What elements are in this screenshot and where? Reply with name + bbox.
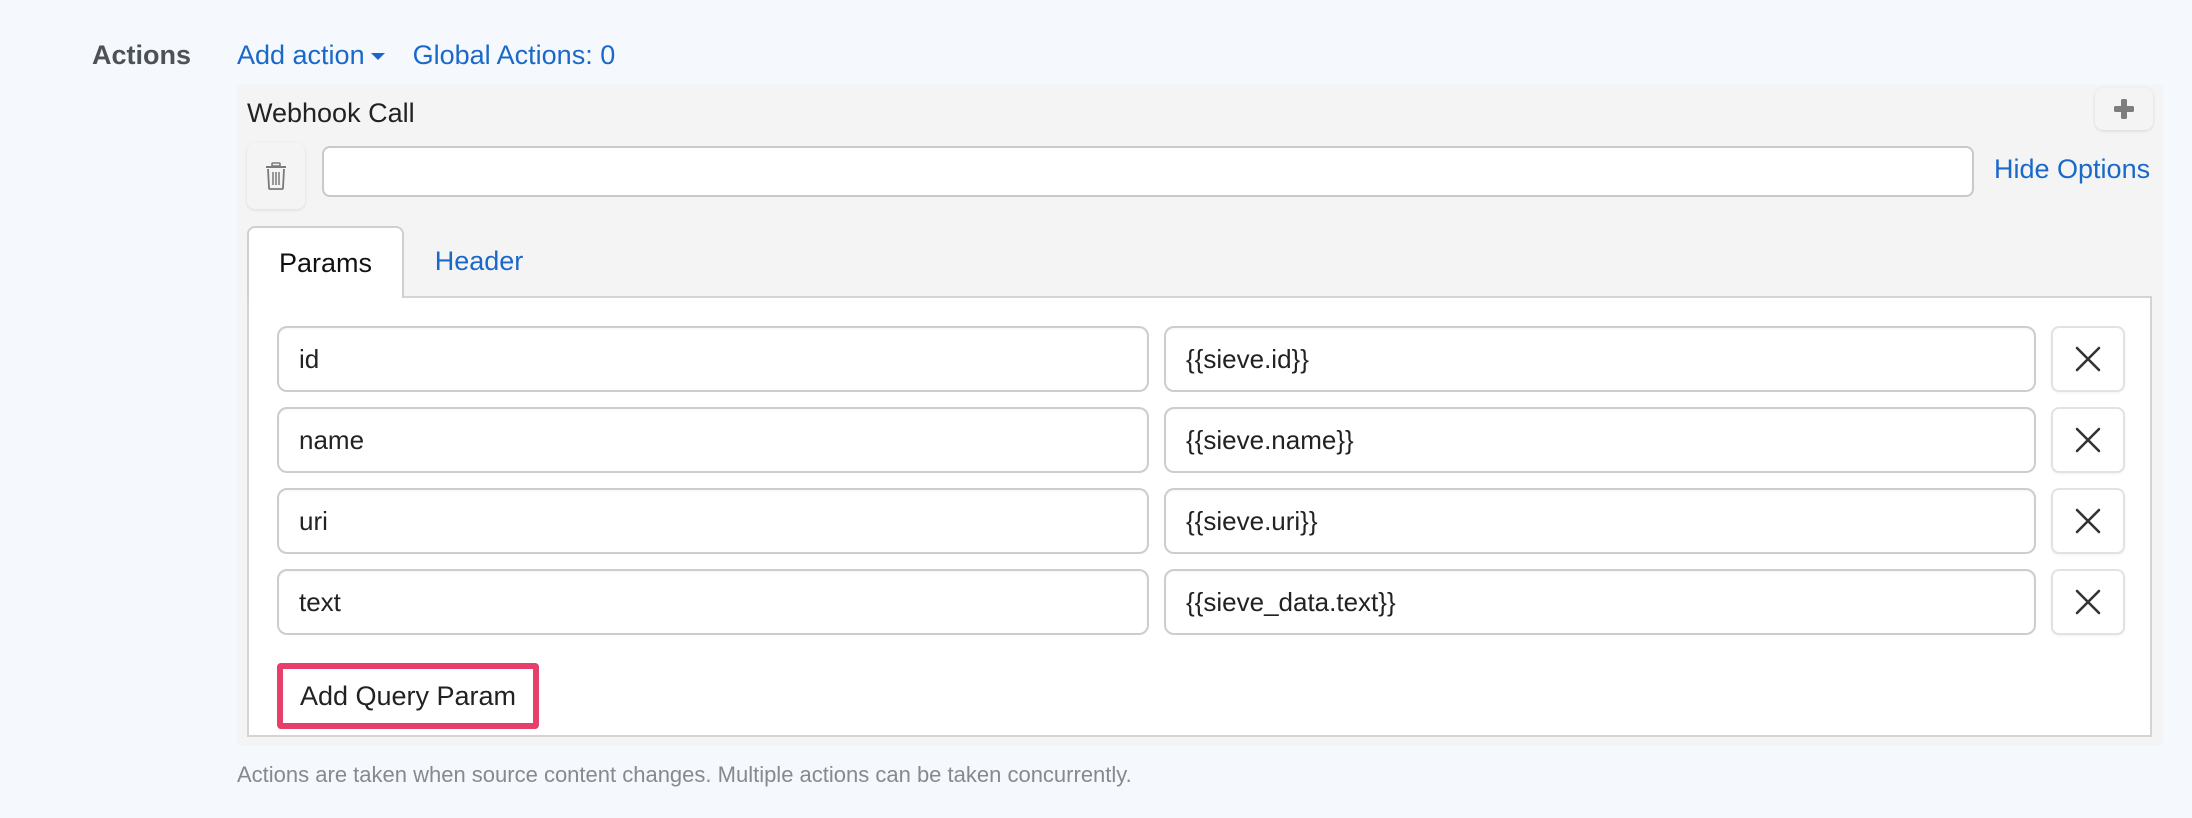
param-value-input[interactable]	[1164, 569, 2036, 635]
add-webhook-button[interactable]	[2095, 88, 2153, 130]
actions-toolbar: Add action Global Actions: 0	[237, 40, 615, 71]
remove-param-button[interactable]	[2051, 326, 2125, 392]
section-label: Actions	[92, 40, 192, 70]
close-icon	[2075, 346, 2101, 372]
close-icon	[2075, 427, 2101, 453]
param-row	[277, 569, 2127, 635]
delete-action-button[interactable]	[247, 143, 305, 209]
webhook-action-card: Webhook Call Hide Options Params Header	[237, 84, 2163, 746]
param-row	[277, 407, 2127, 473]
close-icon	[2075, 508, 2101, 534]
remove-param-button[interactable]	[2051, 488, 2125, 554]
trash-icon	[266, 162, 286, 190]
param-value-input[interactable]	[1164, 407, 2036, 473]
param-key-input[interactable]	[277, 407, 1149, 473]
hide-options-link[interactable]: Hide Options	[1994, 154, 2150, 185]
add-action-label: Add action	[237, 40, 365, 70]
add-action-dropdown[interactable]: Add action	[237, 40, 385, 71]
param-key-input[interactable]	[277, 326, 1149, 392]
close-icon	[2075, 589, 2101, 615]
webhook-url-input[interactable]	[322, 146, 1974, 197]
global-actions-link[interactable]: Global Actions: 0	[413, 40, 616, 71]
remove-param-button[interactable]	[2051, 569, 2125, 635]
add-query-param-button[interactable]: Add Query Param	[277, 663, 539, 729]
param-key-input[interactable]	[277, 488, 1149, 554]
action-title: Webhook Call	[247, 98, 415, 128]
param-row	[277, 326, 2127, 392]
remove-param-button[interactable]	[2051, 407, 2125, 473]
plus-icon	[2114, 99, 2134, 119]
tab-header[interactable]: Header	[404, 226, 554, 296]
options-tabs: Params Header	[247, 226, 2152, 298]
actions-help-text: Actions are taken when source content ch…	[237, 762, 1132, 787]
params-panel: Add Query Param	[247, 296, 2152, 737]
param-value-input[interactable]	[1164, 326, 2036, 392]
tab-params[interactable]: Params	[247, 226, 404, 298]
caret-down-icon	[370, 53, 385, 60]
param-row	[277, 488, 2127, 554]
param-value-input[interactable]	[1164, 488, 2036, 554]
actions-settings-page: Actions Add action Global Actions: 0 Web…	[0, 0, 2192, 818]
param-key-input[interactable]	[277, 569, 1149, 635]
